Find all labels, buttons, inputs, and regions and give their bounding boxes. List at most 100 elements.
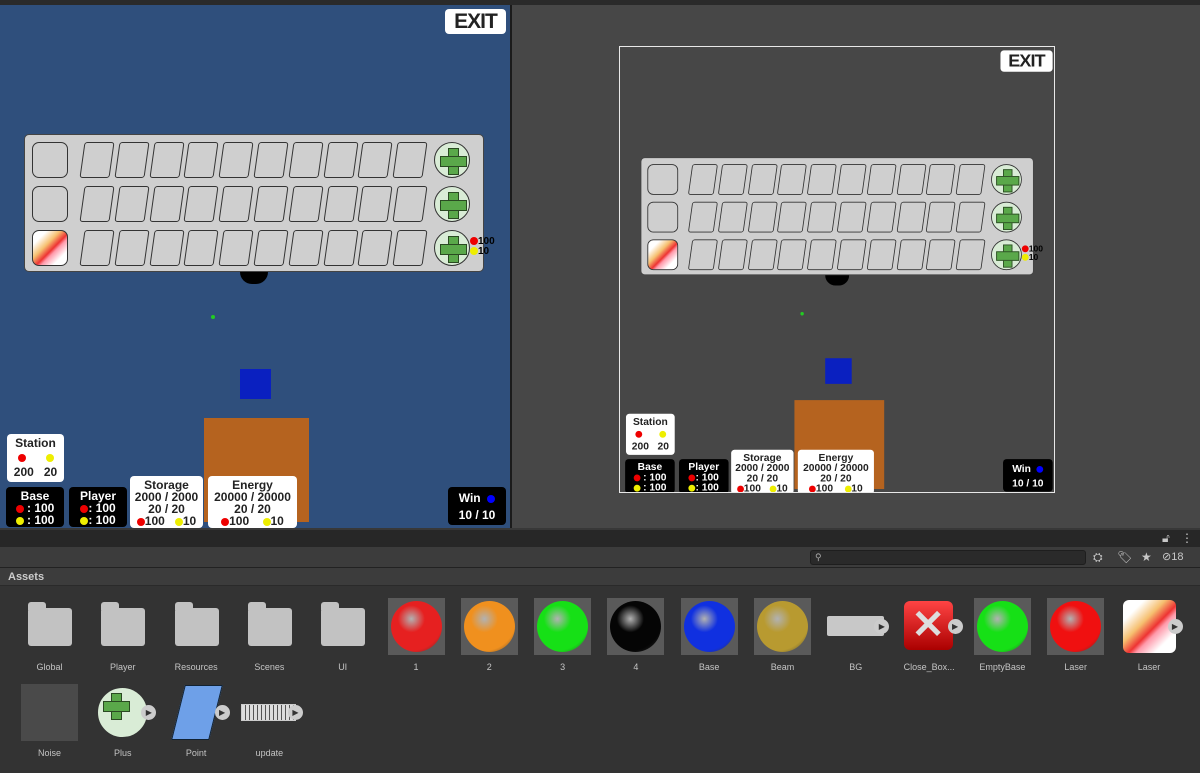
asset-item[interactable]: Global bbox=[13, 598, 86, 678]
item-slot[interactable] bbox=[647, 164, 679, 195]
upgrade-slot[interactable] bbox=[114, 230, 150, 266]
upgrade-slot[interactable] bbox=[218, 186, 254, 222]
asset-item[interactable]: ▶ update bbox=[233, 684, 306, 764]
upgrade-slot[interactable] bbox=[323, 186, 359, 222]
game-view[interactable]: EXIT 100 10 Station 200 20 Base : 100 : … bbox=[512, 5, 1200, 528]
upgrade-slot[interactable] bbox=[183, 186, 219, 222]
asset-item[interactable]: ▶ Point bbox=[160, 684, 233, 764]
exit-button[interactable]: EXIT bbox=[445, 9, 506, 34]
asset-item[interactable]: Resources bbox=[160, 598, 233, 678]
upgrade-slot[interactable] bbox=[836, 239, 867, 271]
upgrade-slot[interactable] bbox=[392, 142, 428, 178]
filter-by-label-icon[interactable]: 🏷︎ bbox=[1117, 549, 1132, 565]
upgrade-slot[interactable] bbox=[925, 201, 956, 233]
upgrade-slot[interactable] bbox=[836, 164, 867, 195]
upgrade-slot[interactable] bbox=[79, 186, 115, 222]
upgrade-slot[interactable] bbox=[149, 186, 185, 222]
plus-button[interactable] bbox=[434, 142, 470, 178]
item-slot[interactable] bbox=[32, 142, 68, 178]
laser-item-slot[interactable] bbox=[32, 230, 68, 266]
upgrade-slot[interactable] bbox=[149, 230, 185, 266]
asset-item[interactable]: ▶ Laser bbox=[1113, 598, 1186, 678]
upgrade-slot[interactable] bbox=[357, 142, 393, 178]
laser-item-slot[interactable] bbox=[647, 239, 679, 271]
upgrade-slot[interactable] bbox=[866, 164, 897, 195]
plus-button[interactable] bbox=[991, 239, 1022, 271]
upgrade-slot[interactable] bbox=[866, 239, 897, 271]
upgrade-slot[interactable] bbox=[806, 201, 837, 233]
upgrade-slot[interactable] bbox=[955, 239, 986, 271]
upgrade-slot[interactable] bbox=[925, 164, 956, 195]
upgrade-slot[interactable] bbox=[357, 186, 393, 222]
filter-by-type-icon[interactable]: ⛭ bbox=[1093, 549, 1103, 565]
upgrade-slot[interactable] bbox=[357, 230, 393, 266]
asset-item[interactable]: Scenes bbox=[233, 598, 306, 678]
asset-item[interactable]: Laser bbox=[1039, 598, 1112, 678]
asset-item[interactable]: Beam bbox=[746, 598, 819, 678]
plus-button[interactable] bbox=[991, 164, 1022, 195]
asset-item[interactable]: 3 bbox=[526, 598, 599, 678]
upgrade-slot[interactable] bbox=[747, 164, 778, 195]
upgrade-slot[interactable] bbox=[925, 239, 956, 271]
upgrade-slot[interactable] bbox=[114, 142, 150, 178]
more-menu-icon[interactable]: ⋮ bbox=[1181, 530, 1193, 546]
lock-icon[interactable]: 🔓︎ bbox=[1162, 530, 1170, 546]
upgrade-slot[interactable] bbox=[253, 186, 289, 222]
upgrade-slot[interactable] bbox=[183, 142, 219, 178]
upgrade-slot[interactable] bbox=[218, 230, 254, 266]
upgrade-slot[interactable] bbox=[866, 201, 897, 233]
upgrade-slot[interactable] bbox=[806, 239, 837, 271]
asset-item[interactable]: Noise bbox=[13, 684, 86, 764]
asset-item[interactable]: ✕ ▶ Close_Box... bbox=[893, 598, 966, 678]
upgrade-slot[interactable] bbox=[323, 142, 359, 178]
upgrade-slot[interactable] bbox=[79, 142, 115, 178]
plus-button[interactable] bbox=[434, 230, 470, 266]
upgrade-slot[interactable] bbox=[896, 201, 927, 233]
asset-item[interactable]: 1 bbox=[380, 598, 453, 678]
asset-item[interactable]: UI bbox=[306, 598, 379, 678]
upgrade-slot[interactable] bbox=[747, 239, 778, 271]
item-slot[interactable] bbox=[647, 201, 679, 233]
upgrade-slot[interactable] bbox=[253, 230, 289, 266]
favorites-star-icon[interactable]: ★ bbox=[1141, 549, 1152, 565]
upgrade-slot[interactable] bbox=[79, 230, 115, 266]
assets-breadcrumb[interactable]: Assets bbox=[0, 568, 1200, 586]
asset-item[interactable]: Base bbox=[673, 598, 746, 678]
upgrade-slot[interactable] bbox=[687, 239, 718, 271]
asset-item[interactable]: EmptyBase bbox=[966, 598, 1039, 678]
asset-item[interactable]: 2 bbox=[453, 598, 526, 678]
upgrade-slot[interactable] bbox=[747, 201, 778, 233]
upgrade-slot[interactable] bbox=[955, 164, 986, 195]
upgrade-slot[interactable] bbox=[896, 164, 927, 195]
expand-arrow-icon[interactable]: ▶ bbox=[874, 619, 890, 634]
upgrade-slot[interactable] bbox=[183, 230, 219, 266]
asset-item[interactable]: 4 bbox=[599, 598, 672, 678]
upgrade-slot[interactable] bbox=[218, 142, 254, 178]
plus-button[interactable] bbox=[434, 186, 470, 222]
upgrade-slot[interactable] bbox=[955, 201, 986, 233]
hidden-packages-toggle[interactable]: ⊘18 bbox=[1162, 549, 1183, 565]
upgrade-slot[interactable] bbox=[288, 186, 324, 222]
upgrade-slot[interactable] bbox=[777, 239, 808, 271]
upgrade-slot[interactable] bbox=[687, 164, 718, 195]
expand-arrow-icon[interactable]: ▶ bbox=[141, 705, 157, 720]
upgrade-slot[interactable] bbox=[717, 239, 748, 271]
upgrade-slot[interactable] bbox=[323, 230, 359, 266]
upgrade-slot[interactable] bbox=[149, 142, 185, 178]
upgrade-slot[interactable] bbox=[392, 230, 428, 266]
upgrade-slot[interactable] bbox=[687, 201, 718, 233]
exit-button[interactable]: EXIT bbox=[1000, 50, 1053, 72]
upgrade-slot[interactable] bbox=[777, 201, 808, 233]
asset-item[interactable]: ▶ Plus bbox=[86, 684, 159, 764]
upgrade-slot[interactable] bbox=[392, 186, 428, 222]
asset-item[interactable]: Player bbox=[86, 598, 159, 678]
upgrade-slot[interactable] bbox=[717, 201, 748, 233]
expand-arrow-icon[interactable]: ▶ bbox=[947, 619, 963, 634]
expand-arrow-icon[interactable]: ▶ bbox=[214, 705, 230, 720]
scene-view[interactable]: EXIT 100 10 Station 200 20 Base : 100 : … bbox=[0, 5, 510, 528]
upgrade-slot[interactable] bbox=[896, 239, 927, 271]
expand-arrow-icon[interactable]: ▶ bbox=[1167, 619, 1183, 634]
item-slot[interactable] bbox=[32, 186, 68, 222]
asset-item[interactable]: ▶ BG bbox=[819, 598, 892, 678]
upgrade-slot[interactable] bbox=[717, 164, 748, 195]
